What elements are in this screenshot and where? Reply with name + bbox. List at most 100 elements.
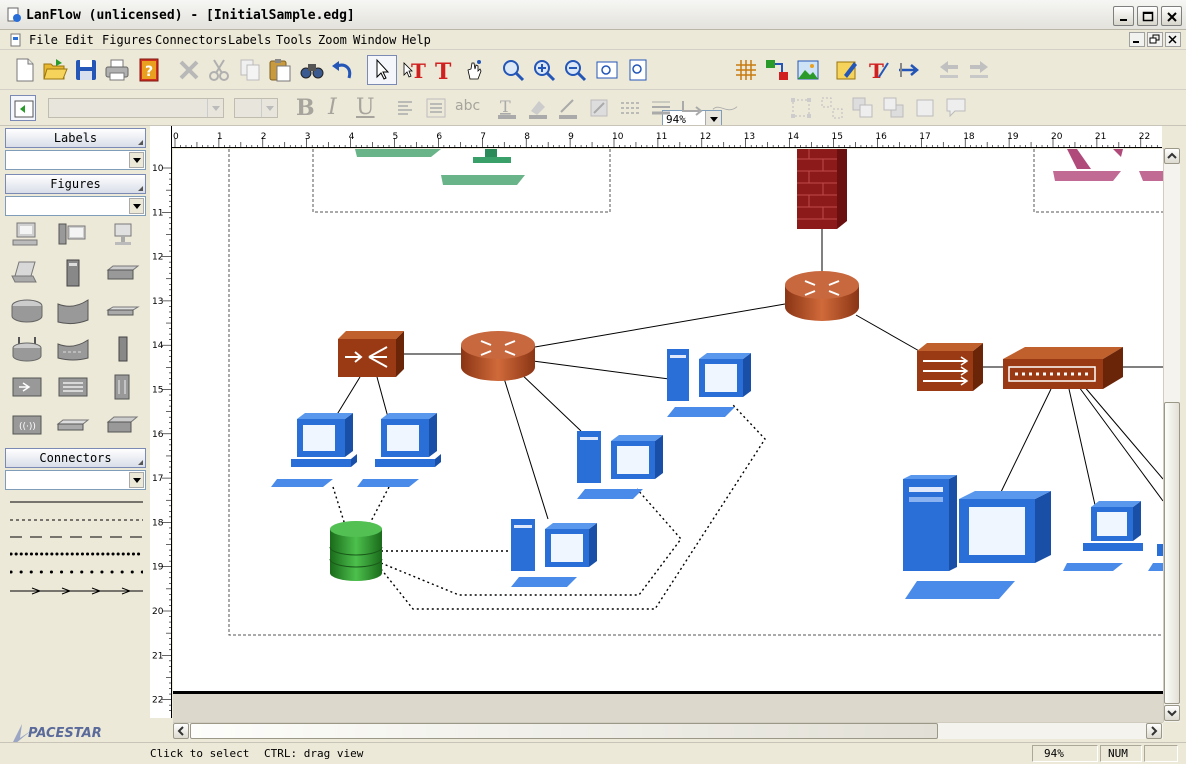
grid-button[interactable] (733, 57, 759, 83)
cut-off-device[interactable] (355, 149, 441, 157)
menu-zoom[interactable]: Zoom (318, 33, 347, 47)
menu-tools[interactable]: Tools (276, 33, 312, 47)
shadow-button[interactable] (586, 95, 612, 121)
vertical-scroll-thumb[interactable] (1164, 402, 1180, 704)
connect-button[interactable] (764, 57, 790, 83)
switch-device[interactable] (1003, 347, 1123, 389)
group-button[interactable] (788, 95, 814, 121)
menu-help[interactable]: Help (402, 33, 431, 47)
figures-combo[interactable] (5, 196, 146, 216)
diagram-canvas[interactable] (173, 149, 1163, 722)
scroll-up-button[interactable] (1164, 148, 1180, 164)
italic-button[interactable]: I (328, 95, 337, 120)
back-button[interactable] (936, 57, 962, 83)
underline-button[interactable]: U (356, 95, 375, 120)
zoom-in-button[interactable] (531, 57, 557, 83)
cut-off-laptop-2[interactable] (1139, 171, 1163, 181)
maximize-button[interactable] (1137, 6, 1158, 26)
tower-server-figure-icon[interactable] (55, 258, 91, 288)
workstation-left-2[interactable] (357, 413, 441, 487)
pc-center-top[interactable] (667, 349, 751, 417)
connector-dashed-long[interactable] (10, 535, 143, 539)
connector-dotted-heavy[interactable] (10, 552, 143, 556)
mdi-close-button[interactable] (1165, 32, 1181, 47)
pan-tool-button[interactable] (461, 57, 487, 83)
wireless-router-figure-icon[interactable] (9, 334, 45, 364)
network-segment-figure-icon[interactable] (55, 334, 91, 364)
menu-file[interactable]: File (29, 33, 58, 47)
scroll-right-button[interactable] (1146, 723, 1162, 739)
access-point-figure-icon[interactable]: ((·)) (9, 410, 45, 440)
workstation-right-cut[interactable] (1148, 544, 1163, 571)
connectors-header[interactable]: Connectors (5, 448, 146, 468)
frame-button[interactable] (912, 95, 938, 121)
text-color-button[interactable]: T (494, 95, 520, 121)
pc-center-mid[interactable] (577, 431, 663, 499)
cut-button[interactable] (206, 57, 232, 83)
router-figure-icon[interactable] (9, 296, 45, 326)
router-core[interactable] (785, 271, 859, 321)
mdi-minimize-button[interactable] (1129, 32, 1145, 47)
print-button[interactable] (104, 57, 130, 83)
align-box-button[interactable] (423, 95, 449, 121)
multiplexer-device[interactable] (917, 343, 983, 391)
forward-button[interactable] (966, 57, 992, 83)
pc-right-large[interactable] (903, 475, 1051, 599)
paste-button[interactable] (267, 57, 293, 83)
undo-button[interactable] (329, 57, 355, 83)
labels-header[interactable]: Labels (5, 128, 146, 148)
zoom-button[interactable] (500, 57, 526, 83)
menu-figures[interactable]: Figures (102, 33, 153, 47)
connector-dashed-small[interactable] (10, 518, 143, 522)
label-tool-button[interactable]: T (400, 57, 426, 83)
figures-header[interactable]: Figures (5, 174, 146, 194)
connector-arrows[interactable] (10, 587, 143, 595)
cut-off-terminal[interactable] (441, 149, 525, 185)
concentrator-figure-icon[interactable] (55, 410, 91, 440)
labels-combo[interactable] (5, 150, 146, 170)
bring-front-button[interactable] (850, 95, 876, 121)
spelling-button[interactable]: abc (455, 98, 480, 114)
horizontal-scrollbar[interactable] (173, 722, 1163, 739)
connector-solid[interactable] (10, 500, 143, 504)
line-color-button[interactable] (555, 95, 581, 121)
workstation-figure-icon[interactable] (9, 220, 45, 250)
modem-figure-icon[interactable] (105, 372, 141, 402)
callout-button[interactable] (943, 95, 969, 121)
select-tool-button[interactable] (367, 55, 397, 85)
ungroup-button[interactable] (819, 95, 845, 121)
line-width-button[interactable] (648, 95, 674, 121)
fill-color-button[interactable] (525, 95, 551, 121)
zoom-page-button[interactable] (625, 57, 651, 83)
font-size-combo[interactable] (234, 98, 278, 118)
text-style-button[interactable]: T (865, 57, 891, 83)
image-button[interactable] (795, 57, 821, 83)
scroll-left-button[interactable] (173, 723, 189, 739)
patch-panel-figure-icon[interactable] (105, 334, 141, 364)
firewall[interactable] (797, 149, 847, 229)
router-middle[interactable] (461, 331, 535, 381)
menu-connectors[interactable]: Connectors (155, 33, 227, 47)
open-button[interactable] (42, 57, 68, 83)
line-ends-button[interactable] (679, 95, 705, 121)
bridge-figure-icon[interactable] (9, 372, 45, 402)
connector-dotted-sparse[interactable] (10, 570, 143, 574)
horizontal-scroll-thumb[interactable] (190, 723, 938, 739)
cloud-wan-figure-icon[interactable] (55, 296, 91, 326)
vertical-scrollbar[interactable] (1163, 148, 1180, 722)
laptop-figure-icon[interactable] (9, 258, 45, 288)
new-button[interactable] (12, 57, 38, 83)
menu-edit[interactable]: Edit (65, 33, 94, 47)
line-style-button[interactable] (617, 95, 643, 121)
font-combo[interactable] (48, 98, 224, 118)
bridge-device[interactable] (338, 331, 404, 377)
menu-labels[interactable]: Labels (228, 33, 271, 47)
scroll-down-button[interactable] (1164, 705, 1180, 721)
edit-button[interactable] (834, 57, 860, 83)
help-button[interactable]: ? (136, 57, 162, 83)
connector-curve-button[interactable] (712, 95, 772, 121)
panel-toggle-button[interactable] (10, 95, 36, 121)
zoom-fit-button[interactable] (594, 57, 620, 83)
pc-center-bottom[interactable] (511, 519, 597, 587)
workstation-left-1[interactable] (271, 413, 357, 487)
